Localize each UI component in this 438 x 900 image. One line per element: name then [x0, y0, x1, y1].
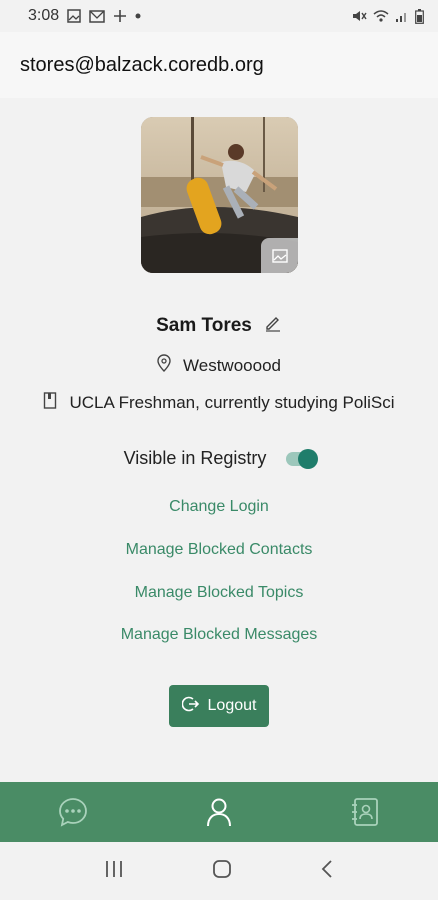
chat-icon [59, 798, 87, 827]
profile-name-row: Sam Tores [0, 314, 438, 337]
image-icon [271, 248, 288, 263]
profile-icon [207, 798, 231, 827]
contacts-icon [352, 798, 378, 826]
edit-pencil-icon[interactable] [264, 314, 282, 337]
account-email: stores@balzack.coredb.org [20, 53, 264, 76]
dot-icon [135, 13, 141, 19]
logout-icon [181, 695, 200, 718]
book-icon [43, 392, 57, 414]
logout-label: Logout [207, 697, 257, 714]
manage-blocked-topics-link[interactable]: Manage Blocked Topics [0, 584, 438, 602]
signal-icon [395, 9, 409, 23]
home-icon [213, 859, 231, 878]
registry-toggle[interactable] [286, 448, 319, 469]
bottom-navigation [0, 782, 438, 842]
change-image-button[interactable] [261, 238, 298, 273]
nav-profile[interactable] [146, 797, 292, 827]
image-icon [67, 9, 81, 23]
plus-icon [113, 9, 127, 23]
back-icon [321, 859, 332, 878]
location-row: Westwooood [0, 354, 438, 377]
change-login-link[interactable]: Change Login [0, 498, 438, 516]
status-time: 3:08 [28, 7, 60, 24]
mute-icon [351, 9, 367, 23]
manage-blocked-contacts-link[interactable]: Manage Blocked Contacts [0, 541, 438, 559]
account-header: stores@balzack.coredb.org [0, 32, 438, 98]
recent-apps-icon [106, 860, 122, 877]
back-button[interactable] [320, 859, 334, 884]
home-button[interactable] [212, 859, 232, 884]
system-navigation-bar [0, 842, 438, 900]
nav-contacts[interactable] [292, 797, 438, 827]
manage-blocked-messages-link[interactable]: Manage Blocked Messages [0, 626, 438, 644]
registry-visibility-row: Visible in Registry [0, 448, 438, 469]
recent-apps-button[interactable] [104, 860, 124, 883]
profile-location: Westwooood [183, 355, 281, 375]
registry-label: Visible in Registry [123, 448, 267, 468]
profile-description: UCLA Freshman, currently studying PoliSc… [69, 393, 395, 412]
wifi-icon [373, 9, 389, 23]
description-row: UCLA Freshman, currently studying PoliSc… [0, 392, 438, 414]
status-bar: 3:08 [0, 0, 438, 32]
logout-button[interactable]: Logout [169, 685, 269, 727]
nav-chat[interactable] [0, 796, 146, 828]
location-pin-icon [157, 354, 171, 377]
profile-name: Sam Tores [156, 314, 252, 336]
profile-avatar[interactable] [141, 117, 298, 273]
toggle-knob [298, 448, 319, 469]
battery-icon [415, 8, 424, 24]
mail-icon [89, 9, 105, 23]
